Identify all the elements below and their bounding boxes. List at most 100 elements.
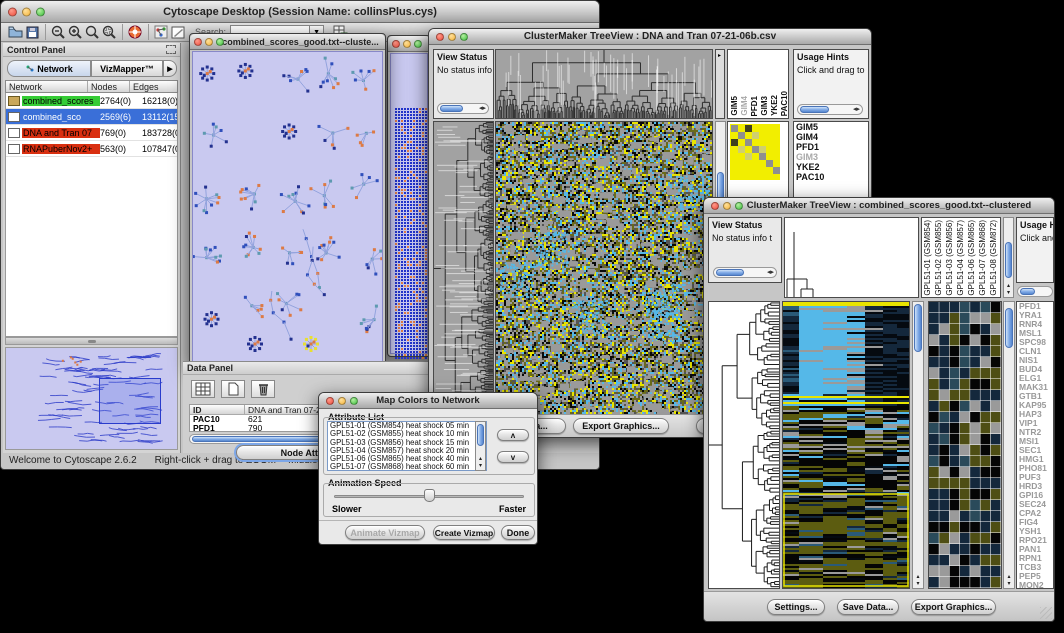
scrollbar-thumb[interactable] — [1020, 288, 1035, 295]
tv1-column-label[interactable]: YKE2 — [770, 95, 780, 116]
minimize-icon[interactable] — [723, 202, 731, 210]
scrollbar-thumb[interactable] — [440, 105, 463, 112]
scrollbar-arrows[interactable]: ▴▾ — [1004, 574, 1014, 588]
zoom-window-icon[interactable] — [460, 33, 468, 41]
network-b-titlebar[interactable] — [388, 36, 430, 52]
gene-name[interactable]: YKE2 — [794, 162, 868, 172]
tv1-column-label[interactable]: PAC10 — [780, 91, 789, 116]
close-icon[interactable] — [194, 38, 202, 46]
gene-name[interactable]: PAC10 — [794, 172, 868, 182]
birdseye-view[interactable] — [5, 347, 178, 450]
scrollbar-thumb[interactable] — [477, 424, 484, 446]
tab-vizmapper[interactable]: VizMapper™ — [91, 60, 163, 77]
tv2-zoom-panel[interactable] — [928, 301, 1002, 589]
tv1-column-label[interactable]: GIM4 — [740, 96, 750, 116]
tv1-usage-hscrollbar[interactable]: ◂▸ — [797, 104, 863, 115]
tv2-save-data-button[interactable]: Save Data... — [837, 599, 899, 615]
tv1-zoom-heatmap-canvas[interactable] — [730, 124, 780, 180]
move-up-button[interactable]: ʌ — [497, 429, 529, 441]
float-panel-icon[interactable] — [166, 45, 176, 54]
speed-slider-thumb[interactable] — [424, 489, 435, 502]
treeview1-titlebar[interactable]: ClusterMaker TreeView : DNA and Tran 07-… — [429, 29, 871, 45]
close-icon[interactable] — [392, 40, 400, 48]
tv2-heatmap[interactable] — [782, 301, 910, 589]
scrollbar-thumb[interactable] — [800, 106, 829, 113]
scrollbar-thumb[interactable] — [716, 269, 744, 276]
move-down-button[interactable]: v — [497, 451, 529, 463]
tv2-export-graphics-button[interactable]: Export Graphics... — [911, 599, 996, 615]
scrollbar-arrows[interactable]: ▴▾ — [1004, 283, 1013, 297]
network-list-row[interactable]: combined_sco 2569(6) 13112(15) — [6, 109, 177, 125]
scrollbar-arrows[interactable]: ▴▾ — [913, 574, 923, 588]
tv2-heatmap-canvas[interactable] — [783, 302, 909, 588]
tab-overflow-arrow[interactable]: ▶ — [163, 60, 177, 77]
minimize-icon[interactable] — [22, 7, 31, 16]
tv2-gene-list[interactable]: PFD1YRA1RNR4MSL1SPC98CLN1NIS1BUD4ELG1MAK… — [1016, 301, 1054, 589]
tv1-row-dendrogram[interactable] — [433, 121, 494, 416]
attribute-list[interactable]: GPL51-01 (GSM854) heat shock 05 minGPL51… — [327, 421, 487, 471]
help-lifering-icon[interactable] — [127, 24, 144, 40]
close-icon[interactable] — [8, 7, 17, 16]
tv2-column-dendrogram[interactable] — [784, 217, 919, 298]
done-button[interactable]: Done — [501, 525, 535, 540]
save-icon[interactable] — [24, 24, 41, 40]
tab-network[interactable]: Network — [7, 60, 91, 77]
tv2-row-dendrogram-canvas[interactable] — [709, 302, 779, 588]
tv2-column-label[interactable]: GPL51-04 (GSM857) — [956, 220, 967, 296]
annotation-tool-icon[interactable] — [170, 24, 187, 40]
open-file-icon[interactable] — [7, 24, 24, 40]
zoom-window-icon[interactable] — [216, 38, 224, 46]
tv1-heatmap[interactable] — [495, 121, 713, 416]
tv1-scroll-strip[interactable]: ▸ — [715, 49, 725, 119]
col-nodes[interactable]: Nodes — [88, 81, 130, 92]
scrollbar-arrows[interactable]: ▴▾ — [476, 456, 485, 470]
network-list-row[interactable]: DNA and Tran 07 769(0) 183728(0) — [6, 125, 177, 141]
tv2-column-label[interactable]: GPL51-06 (GSM865) — [967, 220, 978, 296]
tv2-row-dendrogram[interactable] — [708, 301, 780, 589]
zoom-window-icon[interactable] — [735, 202, 743, 210]
col-edges[interactable]: Edges — [130, 81, 177, 92]
tv2-status-hscrollbar[interactable]: ◂▸ — [713, 267, 777, 278]
scrollbar-thumb[interactable] — [1005, 308, 1013, 348]
main-titlebar[interactable]: Cytoscape Desktop (Session Name: collins… — [1, 1, 599, 23]
tv2-column-label[interactable]: GPL51-08 (GSM872) — [989, 220, 1000, 296]
scrollbar-arrows[interactable]: ◂▸ — [853, 105, 860, 115]
gene-name[interactable]: GIM4 — [794, 132, 868, 142]
tv1-heatmap-canvas[interactable] — [496, 122, 712, 415]
close-icon[interactable] — [436, 33, 444, 41]
network-b-grid-canvas[interactable] — [394, 106, 428, 362]
tv1-column-dendrogram[interactable] — [495, 49, 713, 119]
tv2-zoom-heatmap-canvas[interactable] — [929, 302, 1001, 588]
tv1-column-label[interactable]: GIM3 — [760, 96, 770, 116]
minimize-icon[interactable] — [403, 40, 411, 48]
scrollbar-thumb[interactable] — [1005, 242, 1012, 278]
tv1-row-dendrogram-canvas[interactable] — [434, 122, 493, 415]
panel-splitter[interactable] — [5, 337, 178, 345]
tv2-column-dendrogram-canvas[interactable] — [785, 218, 918, 297]
attribute-table-icon[interactable] — [191, 380, 215, 398]
data-col-id[interactable]: ID — [190, 405, 245, 414]
birdseye-viewport-rect[interactable] — [99, 378, 161, 424]
zoom-window-icon[interactable] — [350, 397, 358, 405]
zoom-selected-icon[interactable] — [84, 24, 101, 40]
network-a-view[interactable] — [192, 51, 383, 363]
delete-attribute-trash-icon[interactable] — [251, 380, 275, 398]
zoom-in-icon[interactable] — [67, 24, 84, 40]
dialog-titlebar[interactable]: Map Colors to Network — [319, 393, 537, 409]
zoom-fit-icon[interactable] — [101, 24, 118, 40]
gene-name[interactable]: MON2 — [1017, 581, 1053, 589]
network-a-canvas[interactable] — [193, 52, 382, 362]
zoom-window-icon[interactable] — [36, 7, 45, 16]
network-table-header[interactable]: Network Nodes Edges — [5, 80, 178, 93]
tv2-usage-hscrollbar[interactable] — [1017, 286, 1053, 297]
gene-name[interactable]: PFD1 — [794, 142, 868, 152]
tv2-heatmap-vscrollbar[interactable]: ▴▾ — [912, 301, 924, 589]
zoom-out-icon[interactable] — [50, 24, 67, 40]
scrollbar-arrows[interactable]: ◂▸ — [767, 268, 774, 278]
tv1-column-label[interactable]: GIM5 — [730, 96, 740, 116]
gene-name[interactable]: GIM5 — [794, 122, 868, 132]
treeview2-titlebar[interactable]: ClusterMaker TreeView : combined_scores_… — [704, 198, 1054, 214]
minimize-icon[interactable] — [448, 33, 456, 41]
attribute-list-vscrollbar[interactable]: ▴▾ — [475, 421, 486, 471]
animate-vizmap-button[interactable]: Animate Vizmap — [345, 525, 425, 540]
